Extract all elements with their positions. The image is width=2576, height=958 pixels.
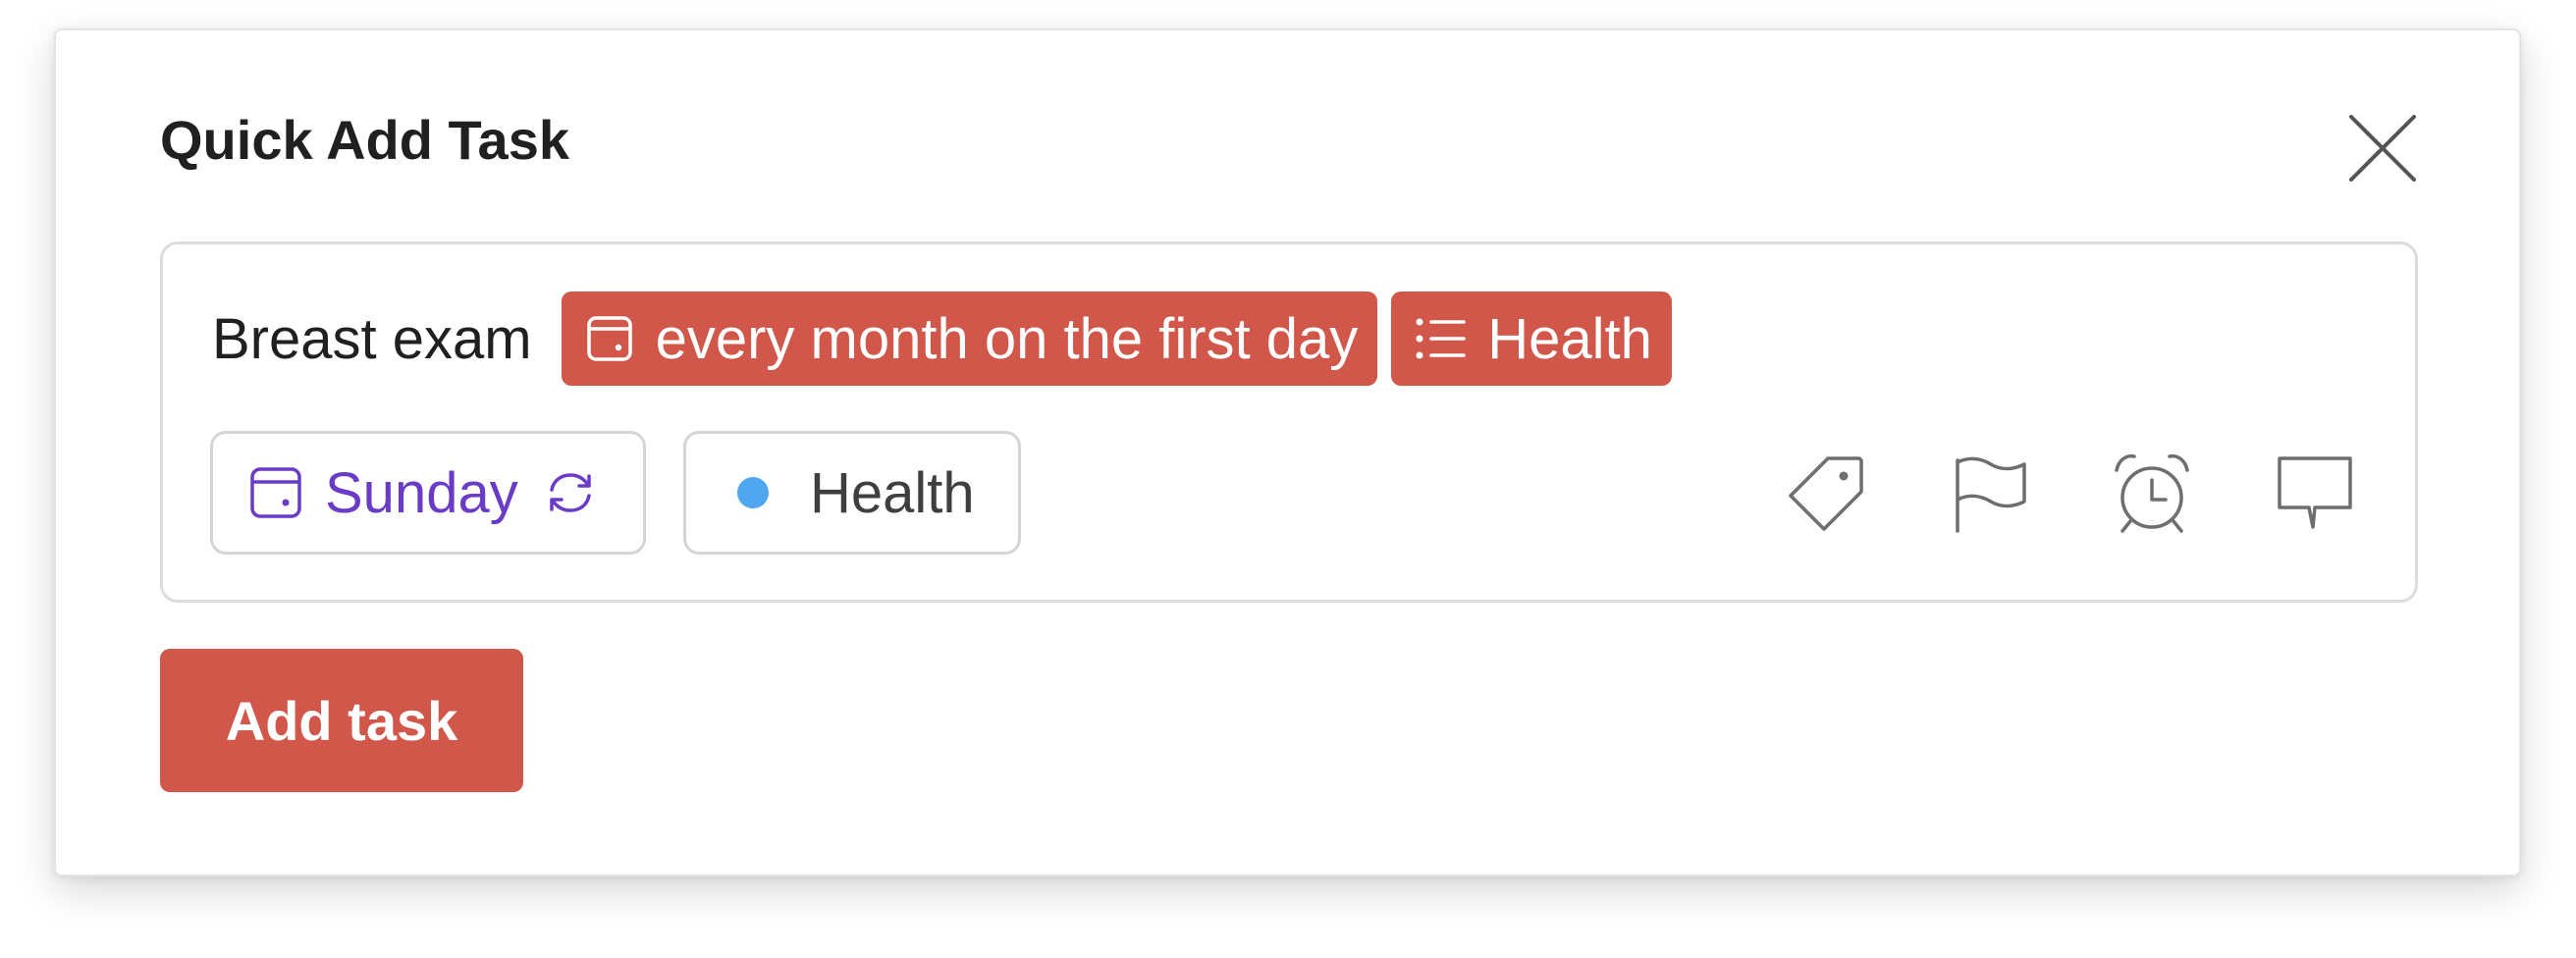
reminder-alarm-icon[interactable] — [2101, 443, 2203, 545]
project-token[interactable]: Health — [1391, 292, 1672, 386]
due-date-chip[interactable]: Sunday — [210, 431, 646, 555]
close-button[interactable] — [2330, 95, 2436, 201]
calendar-icon — [248, 465, 303, 520]
add-task-button[interactable]: Add task — [160, 649, 523, 792]
project-chip[interactable]: Health — [683, 431, 1021, 555]
project-color-dot — [737, 477, 769, 508]
due-date-chip-label: Sunday — [325, 460, 518, 525]
label-tag-icon[interactable] — [1775, 443, 1877, 545]
quick-add-dialog: Quick Add Task Breast exam every month o… — [54, 28, 2521, 877]
project-token-label: Health — [1487, 306, 1652, 371]
task-editor[interactable]: Breast exam every month on the first day — [160, 241, 2418, 603]
close-icon — [2349, 115, 2416, 182]
due-date-token[interactable]: every month on the first day — [561, 292, 1378, 386]
task-name-text: Breast exam — [212, 306, 532, 371]
project-chip-label: Health — [810, 460, 975, 525]
due-date-token-label: every month on the first day — [655, 306, 1359, 371]
repeat-icon — [544, 470, 597, 515]
priority-flag-icon[interactable] — [1938, 443, 2040, 545]
comment-icon[interactable] — [2264, 443, 2366, 545]
task-input-line[interactable]: Breast exam every month on the first day — [212, 292, 1686, 386]
task-actions — [1714, 443, 2366, 545]
dialog-title: Quick Add Task — [160, 109, 569, 171]
task-attributes-row: Sunday Health — [210, 431, 1058, 555]
calendar-icon — [585, 314, 634, 363]
list-icon — [1415, 316, 1467, 361]
